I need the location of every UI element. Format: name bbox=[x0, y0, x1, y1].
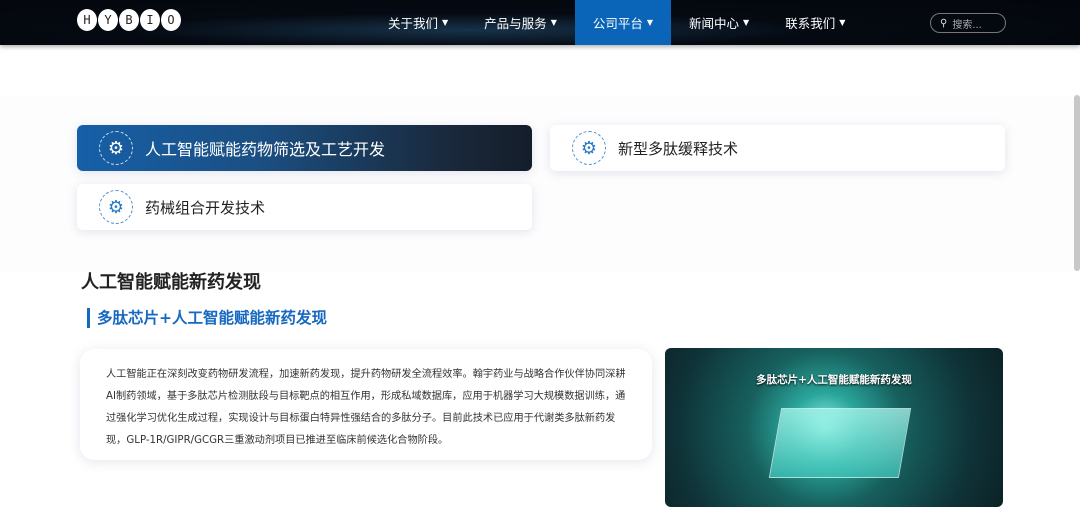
caret-down-icon: ▼ bbox=[550, 18, 557, 27]
image-caption: 多肽芯片+人工智能赋能新药发现 bbox=[756, 374, 912, 386]
description-text: 人工智能正在深刻改变药物研发流程，加速新药发现，提升药物研发全流程效率。翰宇药业… bbox=[106, 369, 626, 446]
section-subtitle: 多肽芯片+人工智能赋能新药发现 bbox=[87, 308, 327, 328]
nav-about[interactable]: 关于我们 ▼ bbox=[370, 0, 466, 45]
tab-drug-device[interactable]: ⚙ 药械组合开发技术 bbox=[77, 184, 532, 230]
chip-graphic bbox=[768, 408, 912, 478]
tab-label: 新型多肽缓释技术 bbox=[618, 139, 739, 158]
section-title: 人工智能赋能新药发现 bbox=[81, 272, 261, 293]
caret-down-icon: ▼ bbox=[839, 18, 846, 27]
gear-icon: ⚙ bbox=[99, 131, 133, 165]
content-band bbox=[0, 95, 1075, 271]
caret-down-icon: ▼ bbox=[442, 18, 449, 27]
nav-label: 新闻中心 bbox=[689, 16, 740, 31]
description-card: 人工智能正在深刻改变药物研发流程，加速新药发现，提升药物研发全流程效率。翰宇药业… bbox=[80, 349, 652, 460]
caret-down-icon: ▼ bbox=[743, 18, 750, 27]
nav-label: 关于我们 bbox=[388, 16, 439, 31]
nav-platform[interactable]: 公司平台 ▼ bbox=[574, 0, 672, 45]
scrollbar[interactable] bbox=[1074, 95, 1080, 271]
search-placeholder: 搜索... bbox=[952, 19, 982, 31]
tab-peptide-release[interactable]: ⚙ 新型多肽缓释技术 bbox=[550, 125, 1005, 171]
tab-label: 药械组合开发技术 bbox=[145, 198, 266, 217]
nav-products[interactable]: 产品与服务 ▼ bbox=[466, 0, 575, 45]
gear-icon: ⚙ bbox=[99, 190, 133, 224]
caret-down-icon: ▼ bbox=[646, 18, 654, 27]
search-input[interactable]: ⚲ 搜索... bbox=[930, 13, 1006, 33]
nav-label: 联系我们 bbox=[785, 16, 836, 31]
nav-contact[interactable]: 联系我们 ▼ bbox=[767, 0, 863, 45]
nav-label: 产品与服务 bbox=[484, 16, 547, 31]
peptide-chip-image: 多肽芯片+人工智能赋能新药发现 bbox=[665, 348, 1003, 507]
top-nav: HYBIO 关于我们 ▼ 产品与服务 ▼ 公司平台 ▼ 新闻中心 ▼ 联系我们 ▼ ⚲ 搜索… bbox=[0, 0, 1080, 45]
nav-label: 公司平台 bbox=[592, 16, 643, 31]
tab-label: 人工智能赋能药物筛选及工艺开发 bbox=[145, 140, 386, 159]
gear-icon: ⚙ bbox=[572, 131, 606, 165]
nav-news[interactable]: 新闻中心 ▼ bbox=[671, 0, 767, 45]
tab-ai-screening[interactable]: ⚙ 人工智能赋能药物筛选及工艺开发 bbox=[77, 125, 532, 171]
search-icon: ⚲ bbox=[940, 17, 948, 29]
logo[interactable]: HYBIO bbox=[77, 9, 181, 31]
